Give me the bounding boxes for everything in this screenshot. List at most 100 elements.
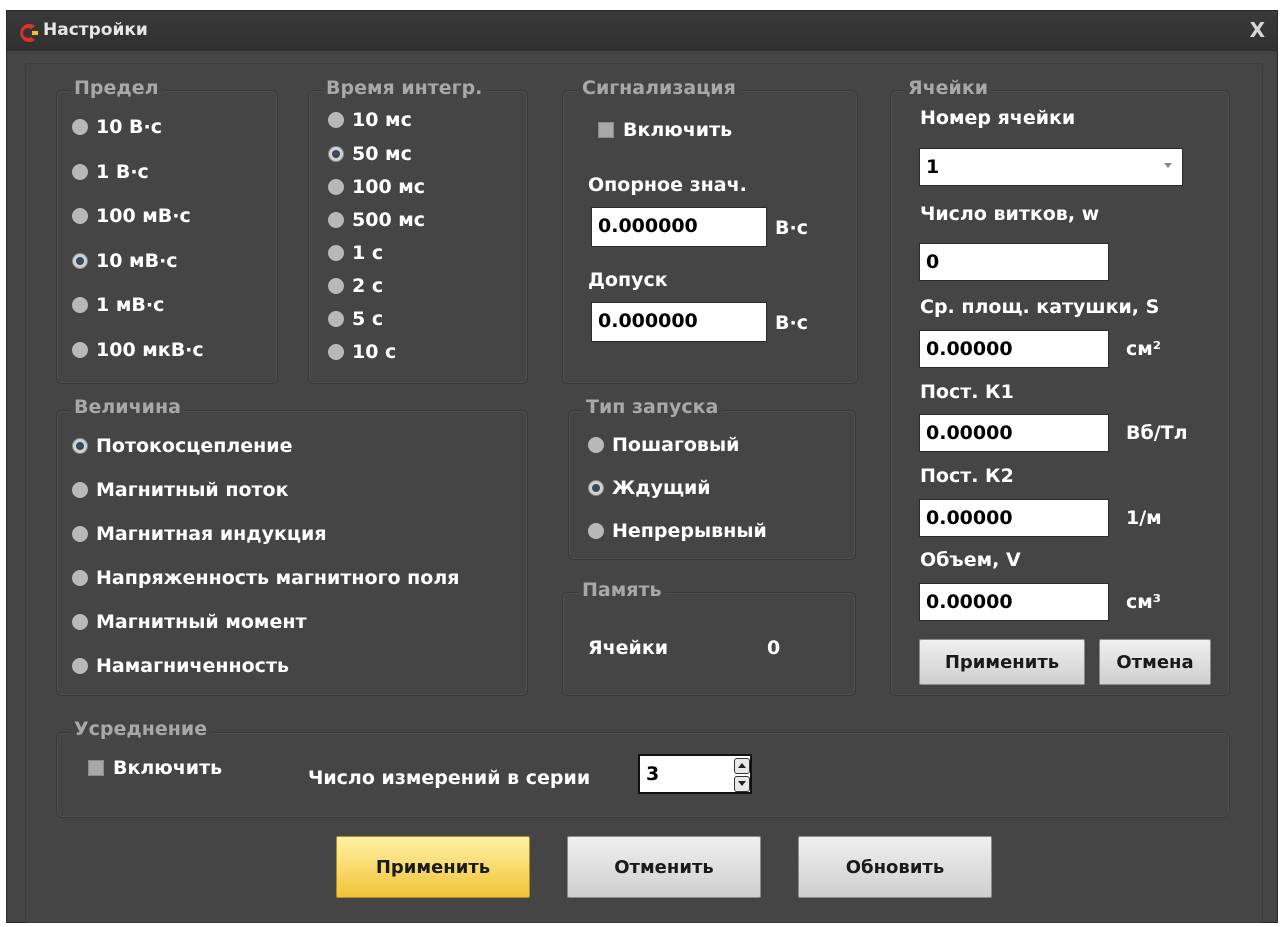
averaging-enable-checkbox[interactable]: Включить (88, 757, 222, 779)
close-button[interactable]: X (1250, 18, 1265, 42)
radio-dot (328, 212, 344, 228)
averaging-legend: Усреднение (70, 718, 212, 740)
radio-dot (328, 311, 344, 327)
integ-radio-100ms[interactable]: 100 мс (328, 176, 425, 198)
cancel-button[interactable]: Отменить (567, 836, 761, 898)
radio-dot (72, 570, 88, 586)
integration-group (308, 90, 528, 384)
cells-legend: Ячейки (904, 77, 993, 99)
alarm-legend: Сигнализация (578, 77, 740, 99)
area-unit: см² (1126, 338, 1162, 360)
radio-dot (328, 179, 344, 195)
radio-dot (328, 112, 344, 128)
limit-radio-10mvs[interactable]: 10 мВ·с (72, 250, 178, 272)
k1-input[interactable]: 0.00000 (919, 414, 1109, 452)
trigger-radio-step[interactable]: Пошаговый (588, 434, 739, 456)
checkbox-box (88, 760, 104, 776)
integ-radio-500ms[interactable]: 500 мс (328, 209, 425, 231)
limit-radio-10vs[interactable]: 10 В·с (72, 116, 162, 138)
quantity-legend: Величина (70, 396, 185, 418)
volume-label: Объем, V (920, 549, 1021, 571)
spin-up-icon[interactable] (734, 758, 750, 774)
alarm-ref-label: Опорное знач. (588, 174, 747, 196)
settings-window: Настройки X Предел 10 В·с 1 В·с 100 мВ·с… (6, 10, 1278, 923)
limit-radio-1vs[interactable]: 1 В·с (72, 161, 149, 183)
alarm-tol-input[interactable]: 0.000000 (591, 302, 767, 342)
quantity-radio-magnetic-flux[interactable]: Магнитный поток (72, 479, 289, 501)
cell-number-dropdown[interactable]: 1 (919, 148, 1183, 186)
integration-legend: Время интегр. (322, 77, 487, 99)
memory-legend: Память (578, 579, 666, 601)
integ-radio-50ms[interactable]: 50 мс (328, 143, 412, 165)
radio-dot-selected (72, 253, 88, 269)
k1-unit: Вб/Тл (1126, 422, 1188, 444)
k2-label: Пост. К2 (920, 465, 1014, 487)
integ-radio-2s[interactable]: 2 с (328, 275, 383, 297)
turns-label: Число витков, w (920, 203, 1100, 225)
integ-radio-5s[interactable]: 5 с (328, 308, 383, 330)
area-input[interactable]: 0.00000 (919, 330, 1109, 368)
quantity-radio-flux-linkage[interactable]: Потокосцепление (72, 435, 292, 457)
memory-cells-label: Ячейки (588, 637, 669, 659)
spinner-arrows (734, 758, 750, 792)
checkbox-box (598, 122, 614, 138)
window-title: Настройки (43, 20, 148, 40)
chevron-down-icon (1164, 163, 1172, 168)
radio-dot (72, 208, 88, 224)
radio-dot (72, 164, 88, 180)
alarm-tol-unit: В·с (775, 312, 808, 334)
radio-dot (328, 344, 344, 360)
k2-input[interactable]: 0.00000 (919, 499, 1109, 537)
quantity-radio-field-strength[interactable]: Напряженность магнитного поля (72, 567, 459, 589)
radio-dot (328, 245, 344, 261)
radio-dot (72, 119, 88, 135)
integ-radio-10s[interactable]: 10 с (328, 341, 396, 363)
alarm-ref-unit: В·с (775, 217, 808, 239)
radio-dot (72, 297, 88, 313)
radio-dot-selected (588, 480, 604, 496)
limit-legend: Предел (70, 77, 163, 99)
radio-dot (72, 614, 88, 630)
quantity-radio-magnetic-moment[interactable]: Магнитный момент (72, 611, 306, 633)
refresh-button[interactable]: Обновить (798, 836, 992, 898)
limit-radio-100mvs[interactable]: 100 мВ·с (72, 205, 191, 227)
apply-button[interactable]: Применить (336, 836, 530, 898)
cells-cancel-button[interactable]: Отмена (1099, 639, 1211, 685)
averaging-count-label: Число измерений в серии (308, 767, 591, 789)
quantity-radio-magnetization[interactable]: Намагниченность (72, 655, 289, 677)
radio-dot (328, 278, 344, 294)
averaging-count-spinner[interactable]: 3 (638, 754, 752, 794)
volume-input[interactable]: 0.00000 (919, 583, 1109, 621)
turns-input[interactable]: 0 (919, 243, 1109, 281)
radio-dot (588, 523, 604, 539)
spin-down-icon[interactable] (734, 776, 750, 792)
alarm-ref-input[interactable]: 0.000000 (591, 207, 767, 247)
trigger-legend: Тип запуска (582, 396, 723, 418)
limit-radio-1mvs[interactable]: 1 мВ·с (72, 294, 164, 316)
limit-radio-100mkvs[interactable]: 100 мкВ·с (72, 339, 204, 361)
cell-number-label: Номер ячейки (920, 107, 1076, 129)
memory-cells-value: 0 (767, 637, 781, 659)
alarm-tol-label: Допуск (588, 269, 668, 291)
radio-dot (588, 437, 604, 453)
radio-dot (72, 526, 88, 542)
volume-unit: см³ (1126, 591, 1162, 613)
integ-radio-10ms[interactable]: 10 мс (328, 109, 412, 131)
alarm-enable-checkbox[interactable]: Включить (598, 119, 732, 141)
integ-radio-1s[interactable]: 1 с (328, 242, 383, 264)
app-logo-icon (20, 24, 38, 42)
quantity-radio-induction[interactable]: Магнитная индукция (72, 523, 327, 545)
radio-dot (72, 658, 88, 674)
trigger-radio-continuous[interactable]: Непрерывный (588, 520, 767, 542)
cells-apply-button[interactable]: Применить (919, 639, 1085, 685)
radio-dot-selected (328, 146, 344, 162)
radio-dot (72, 482, 88, 498)
k1-label: Пост. К1 (920, 381, 1014, 403)
trigger-radio-wait[interactable]: Ждущий (588, 477, 711, 499)
area-label: Ср. площ. катушки, S (920, 296, 1160, 318)
radio-dot (72, 342, 88, 358)
title-bar: Настройки X (7, 11, 1277, 51)
settings-panel: Предел 10 В·с 1 В·с 100 мВ·с 10 мВ·с 1 м… (25, 63, 1263, 923)
k2-unit: 1/м (1126, 507, 1162, 529)
radio-dot-selected (72, 438, 88, 454)
